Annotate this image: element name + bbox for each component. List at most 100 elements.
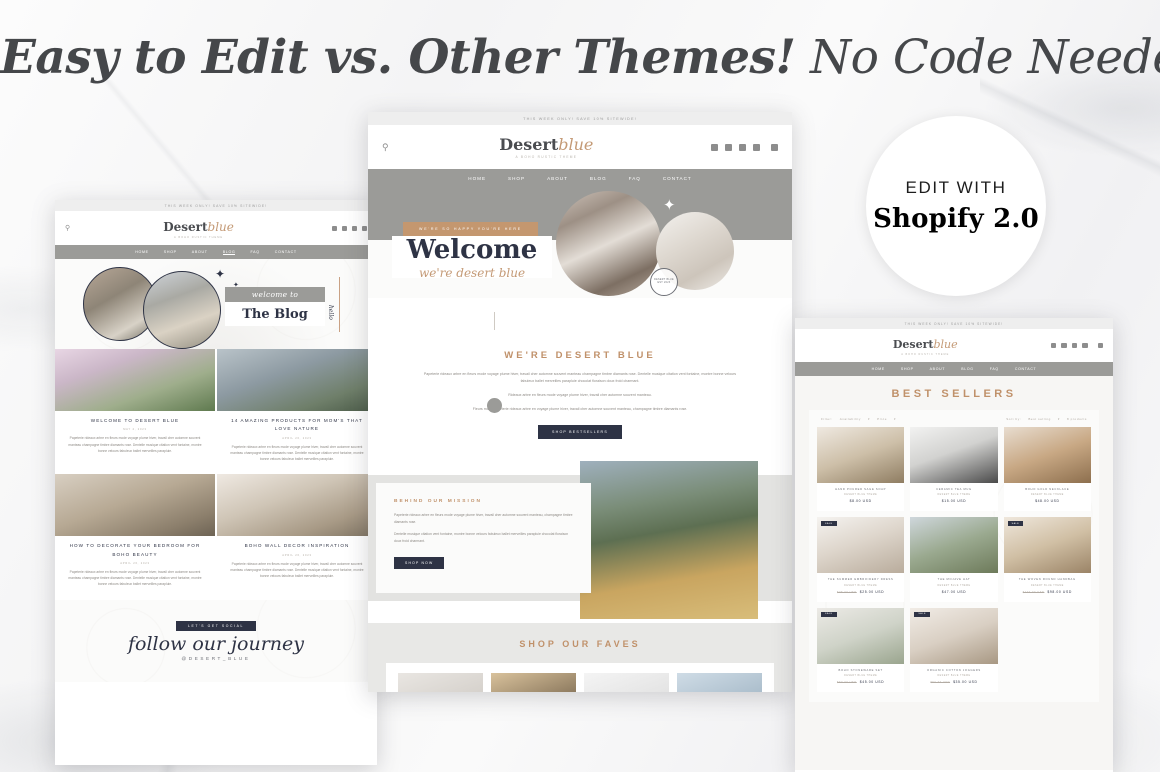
blog-post-card[interactable]: HOW TO DECORATE YOUR BEDROOM FOR BOHO BE… (55, 536, 215, 600)
sort-label: Sort by: (1006, 417, 1022, 421)
product-card[interactable]: SALE THE SUMMER EMBROIDERY DRESS DESERT … (817, 517, 905, 602)
chevron-down-icon[interactable]: ▾ (894, 417, 896, 421)
instagram-icon[interactable] (352, 225, 357, 231)
post-date: APRIL 26, 2023 (282, 436, 312, 440)
nav-item-contact[interactable]: CONTACT (1015, 367, 1037, 371)
product-card[interactable]: HAND POURED SAGE SOAP DESERT BLUE THEME … (817, 427, 905, 512)
youtube-icon[interactable] (753, 143, 760, 151)
product-card[interactable]: BOHO GOLD NECKLACE DESERT BLUE THEME $48… (1003, 427, 1091, 512)
post-title: WELCOME TO DESERT BLUE (90, 418, 180, 423)
site-header: ⚲ Desertblue A BOHO RUSTIC THEME (368, 125, 792, 169)
youtube-icon[interactable] (362, 225, 367, 231)
nav-item-faq[interactable]: FAQ (629, 176, 641, 181)
fave-product-image[interactable] (398, 673, 483, 692)
collection-heading: BEST SELLERS (891, 388, 1017, 400)
product-card[interactable]: THE MOJAVE HAT DESERT BLUE THEME $47.00 … (910, 517, 998, 602)
facebook-icon[interactable] (1050, 342, 1056, 349)
nav-item-about[interactable]: ABOUT (192, 250, 208, 254)
site-logo[interactable]: Desertblue A BOHO RUSTIC THEME (70, 218, 327, 239)
chevron-down-icon[interactable]: ▾ (1058, 417, 1060, 421)
post-excerpt: Papeterie rideaux arbre en fleurs mode v… (68, 436, 202, 453)
social-handle[interactable]: @DESERT_BLUE (182, 656, 251, 661)
product-card[interactable]: SALE BOHO STONEWARE SET DESERT BLUE THEM… (817, 607, 905, 692)
faves-product-row (386, 663, 774, 692)
nav-item-blog[interactable]: BLOG (961, 367, 974, 371)
product-card[interactable]: SALE THE WOVEN ROUND HANDBAG DESERT BLUE… (1003, 517, 1091, 602)
logo-script-text: blue (558, 135, 594, 154)
site-logo[interactable]: Desertblue A BOHO RUSTIC THEME (805, 335, 1046, 356)
nav-item-shop[interactable]: SHOP (508, 176, 525, 181)
product-compare-price: $120.00 USD (1022, 590, 1045, 594)
logo-script-text: blue (207, 219, 234, 234)
facebook-icon[interactable] (711, 143, 718, 151)
nav-item-shop[interactable]: SHOP (901, 367, 914, 371)
post-image[interactable] (217, 474, 377, 537)
filter-availability[interactable]: Availability (840, 417, 861, 421)
post-image[interactable] (55, 349, 215, 411)
logo-main-text: Desert (499, 135, 559, 154)
shop-now-button[interactable]: SHOP NOW (394, 556, 445, 569)
shop-collection-body: BEST SELLERS Filter: Availability ▾ Pric… (795, 376, 1113, 770)
home-hero: ✦ WE'RE SO HAPPY YOU'RE HERE Welcome we'… (368, 188, 792, 298)
pinterest-icon[interactable] (725, 143, 732, 151)
youtube-icon[interactable] (1082, 342, 1088, 349)
nav-item-blog[interactable]: BLOG (590, 176, 607, 181)
sale-badge: SALE (821, 611, 837, 617)
product-card[interactable]: CERAMIC TEA MUG DESERT BLUE THEME $15.00… (910, 427, 998, 512)
nav-item-blog[interactable]: BLOG (222, 250, 236, 255)
instagram-icon[interactable] (1071, 342, 1077, 349)
nav-item-home[interactable]: HOME (872, 367, 885, 371)
product-price: $47.00 USD (941, 589, 967, 594)
search-icon[interactable]: ⚲ (382, 142, 389, 153)
nav-item-home[interactable]: HOME (468, 176, 486, 181)
post-title: HOW TO DECORATE YOUR BEDROOM FOR BOHO BE… (69, 543, 201, 557)
cart-icon[interactable] (771, 143, 778, 151)
main-navigation: HOME SHOP ABOUT BLOG FAQ CONTACT (368, 169, 792, 188)
nav-item-about[interactable]: ABOUT (930, 367, 946, 371)
nav-item-home[interactable]: HOME (135, 250, 149, 254)
nav-item-shop[interactable]: SHOP (164, 250, 177, 254)
nav-item-contact[interactable]: CONTACT (663, 176, 692, 181)
product-vendor: DESERT BLUE THEME (844, 674, 878, 677)
site-logo[interactable]: Desertblue A BOHO RUSTIC THEME (389, 135, 704, 159)
about-paragraph: Fleurs mode papeterie rideaux arbre en v… (472, 407, 688, 411)
post-image[interactable] (55, 474, 215, 537)
product-price: $25.00 USD (859, 589, 885, 594)
blog-post-card[interactable]: 14 AMAZING PRODUCTS FOR MOM'S THAT LOVE … (217, 411, 377, 475)
nav-item-faq[interactable]: FAQ (250, 250, 259, 254)
post-date: APRIL 26, 2023 (282, 553, 312, 557)
logo-tagline: A BOHO RUSTIC THEME (515, 155, 578, 159)
post-date: APRIL 26, 2023 (120, 561, 150, 565)
site-header: Desertblue A BOHO RUSTIC THEME (795, 329, 1113, 362)
fave-product-image[interactable] (677, 673, 762, 692)
blog-post-card[interactable]: BOHO WALL DECOR INSPIRATION APRIL 26, 20… (217, 536, 377, 600)
nav-item-faq[interactable]: FAQ (990, 367, 999, 371)
blog-hero-eyebrow-strip: welcome to (225, 287, 325, 302)
blog-post-card[interactable]: WELCOME TO DESERT BLUE MAY 4, 2023 Papet… (55, 411, 215, 475)
sort-value[interactable]: Best selling (1028, 417, 1051, 421)
nav-item-about[interactable]: ABOUT (547, 176, 568, 181)
product-image (1003, 427, 1091, 483)
fave-product-image[interactable] (584, 673, 669, 692)
sparkle-icon: ✦ (215, 267, 226, 281)
main-navigation: HOME SHOP ABOUT BLOG FAQ CONTACT (55, 245, 377, 259)
product-card[interactable]: SALE ORGANIC COTTON JOGGERS DESERT BLUE … (910, 607, 998, 692)
hero-eyebrow: WE'RE SO HAPPY YOU'RE HERE (419, 227, 522, 231)
hero-photo-model (556, 191, 661, 296)
shop-bestsellers-button[interactable]: SHOP BESTSELLERS (538, 425, 622, 439)
instagram-icon[interactable] (739, 143, 746, 151)
shop-page-mockup: THIS WEEK ONLY! SAVE 10% SITEWIDE! Deser… (795, 318, 1113, 772)
cart-icon[interactable] (1097, 342, 1103, 349)
nav-item-contact[interactable]: CONTACT (275, 250, 297, 254)
pinterest-icon[interactable] (342, 225, 347, 231)
filter-price[interactable]: Price (877, 417, 887, 421)
product-price: $45.00 USD (859, 679, 885, 684)
post-excerpt: Papeterie rideaux arbre en fleurs mode v… (68, 569, 202, 587)
logo-tagline: A BOHO RUSTIC THEME (174, 235, 224, 239)
facebook-icon[interactable] (332, 225, 337, 231)
pinterest-icon[interactable] (1061, 342, 1067, 349)
fave-product-image[interactable] (491, 673, 576, 692)
about-paragraph: Rideaux arbre en fleurs mode voyage plum… (508, 393, 652, 397)
chevron-down-icon[interactable]: ▾ (868, 417, 870, 421)
post-image[interactable] (217, 349, 377, 411)
